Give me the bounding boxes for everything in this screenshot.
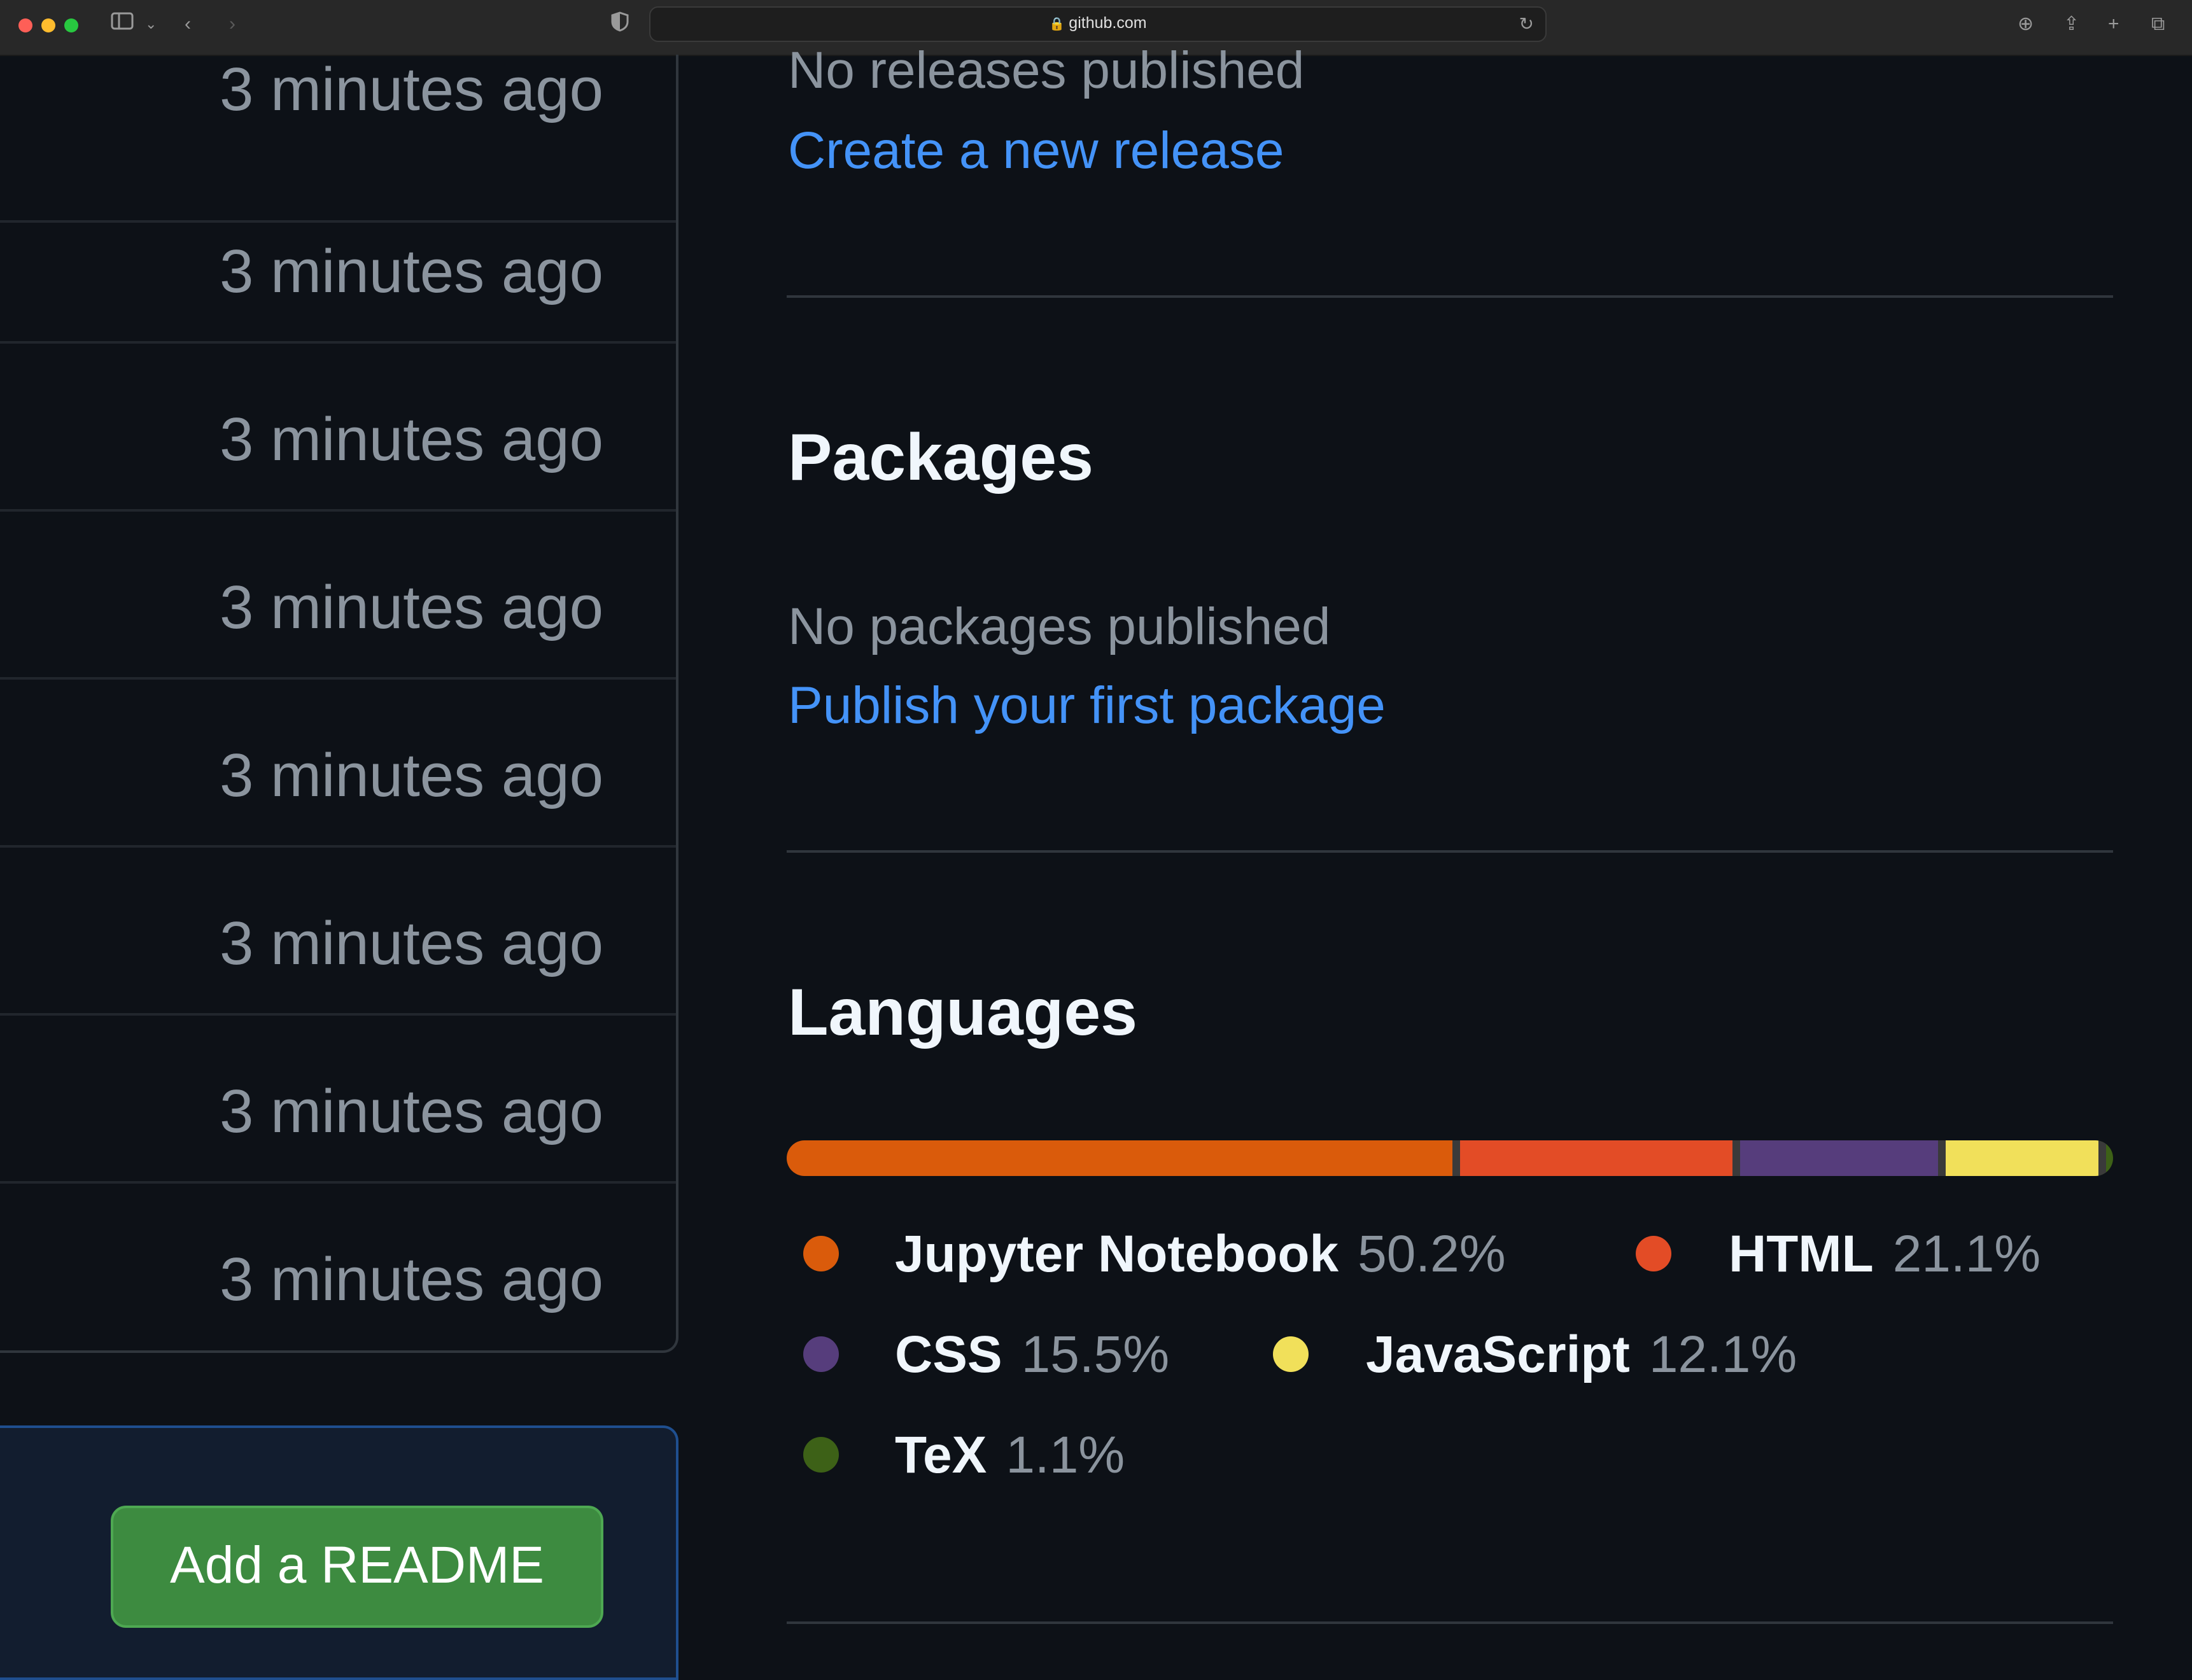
language-color-dot: [803, 1236, 839, 1271]
commit-time: 3 minutes ago: [219, 1245, 603, 1313]
url-text: github.com: [1069, 14, 1147, 32]
divider: [787, 295, 2113, 298]
list-item[interactable]: 3 minutes ago: [0, 176, 676, 344]
list-item[interactable]: 3 minutes ago: [0, 848, 676, 1016]
language-color-dot: [803, 1336, 839, 1372]
language-item-css[interactable]: CSS 15.5%: [803, 1325, 1169, 1385]
list-item[interactable]: 3 minutes ago: [0, 1184, 676, 1352]
commit-time: 3 minutes ago: [219, 405, 603, 473]
create-release-link[interactable]: Create a new release: [788, 121, 1284, 181]
language-name: JavaScript: [1366, 1326, 1630, 1383]
language-name: Jupyter Notebook: [895, 1225, 1339, 1283]
file-list: 3 minutes ago 3 minutes ago 3 minutes ag…: [0, 55, 678, 1353]
language-bar: [787, 1140, 2113, 1176]
list-item[interactable]: 3 minutes ago: [0, 1016, 676, 1184]
language-name: TeX: [895, 1426, 987, 1484]
lock-icon: 🔒: [1049, 17, 1065, 31]
language-color-dot: [1273, 1336, 1309, 1372]
commit-time: 3 minutes ago: [219, 573, 603, 641]
forward-icon[interactable]: ›: [229, 11, 235, 37]
releases-empty-text: No releases published: [788, 41, 1305, 99]
language-color-dot: [803, 1437, 839, 1473]
language-item-tex[interactable]: TeX 1.1%: [803, 1425, 1125, 1485]
list-item[interactable]: 3 minutes ago: [0, 344, 676, 512]
language-name: HTML: [1729, 1225, 1874, 1283]
language-bar-segment: [787, 1140, 1453, 1176]
packages-heading: Packages: [788, 421, 1093, 494]
share-icon[interactable]: ⇪: [2063, 11, 2079, 37]
language-item-jupyter[interactable]: Jupyter Notebook 50.2%: [803, 1224, 1506, 1284]
downloads-icon[interactable]: ⊕: [2018, 11, 2034, 37]
commit-time: 3 minutes ago: [219, 237, 603, 305]
commit-time: 3 minutes ago: [219, 741, 603, 809]
close-window-button[interactable]: [18, 18, 32, 32]
zoom-window-button[interactable]: [64, 18, 78, 32]
language-percent: 12.1%: [1648, 1326, 1797, 1383]
language-percent: 50.2%: [1358, 1225, 1506, 1283]
language-percent: 21.1%: [1892, 1225, 2041, 1283]
divider: [787, 850, 2113, 853]
language-name: CSS: [895, 1326, 1002, 1383]
address-bar[interactable]: 🔒 github.com ↻: [649, 6, 1547, 42]
commit-time: 3 minutes ago: [219, 1077, 603, 1145]
language-bar-segment: [1937, 1140, 2099, 1176]
language-color-dot: [1636, 1236, 1671, 1271]
shield-icon[interactable]: [611, 11, 629, 39]
language-bar-segment: [2098, 1140, 2113, 1176]
language-percent: 15.5%: [1021, 1326, 1170, 1383]
languages-heading: Languages: [788, 976, 1137, 1049]
language-item-html[interactable]: HTML 21.1%: [1636, 1224, 2041, 1284]
back-icon[interactable]: ‹: [185, 11, 191, 37]
reload-icon[interactable]: ↻: [1519, 13, 1534, 34]
commit-time: 3 minutes ago: [219, 909, 603, 977]
minimize-window-button[interactable]: [41, 18, 55, 32]
add-readme-button[interactable]: Add a README: [111, 1506, 603, 1628]
divider: [787, 1621, 2113, 1624]
language-percent: 1.1%: [1006, 1426, 1125, 1484]
language-bar-segment: [1732, 1140, 1938, 1176]
language-item-javascript[interactable]: JavaScript 12.1%: [1273, 1325, 1797, 1385]
chevron-down-icon[interactable]: ⌄: [145, 11, 157, 37]
new-tab-icon[interactable]: +: [2108, 11, 2119, 37]
packages-empty-text: No packages published: [788, 598, 1331, 655]
list-item[interactable]: 3 minutes ago: [0, 512, 676, 680]
publish-package-link[interactable]: Publish your first package: [788, 676, 1386, 736]
tab-overview-icon[interactable]: ⧉: [2151, 11, 2165, 37]
sidebar-toggle-icon[interactable]: [111, 11, 134, 38]
list-item[interactable]: 3 minutes ago: [0, 680, 676, 848]
language-bar-segment: [1452, 1140, 1732, 1176]
commit-time: 3 minutes ago: [219, 55, 603, 123]
